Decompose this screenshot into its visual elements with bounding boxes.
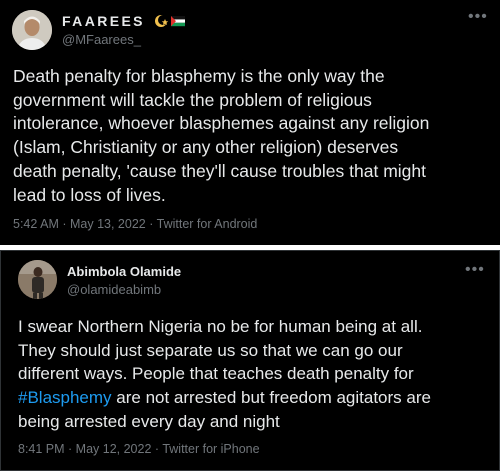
- tweet-meta: 8:41 PM · May 12, 2022 · Twitter for iPh…: [18, 442, 260, 456]
- tweet-line: death penalty, 'cause they'll cause trou…: [13, 160, 426, 181]
- tweet-time[interactable]: 5:42 AM: [13, 217, 59, 231]
- handle[interactable]: @olamideabimb: [67, 282, 161, 297]
- meta-separator: ·: [151, 442, 163, 456]
- tweet-line: intolerance, whoever blasphemes against …: [13, 113, 430, 134]
- display-name-text: FAAREES: [62, 13, 145, 29]
- tweet-time[interactable]: 8:41 PM: [18, 442, 65, 456]
- tweet-card[interactable]: FAAREES @MFaarees_ ••• Death penalty for…: [0, 0, 500, 245]
- display-name[interactable]: Abimbola Olamide: [67, 264, 181, 279]
- tweet-line-rest: are not arrested but freedom agitators a…: [111, 388, 431, 408]
- avatar[interactable]: [12, 10, 52, 50]
- tweet-meta: 5:42 AM · May 13, 2022 · Twitter for And…: [13, 217, 257, 231]
- hashtag-link[interactable]: #Blasphemy: [18, 388, 112, 407]
- meta-separator: ·: [64, 442, 76, 456]
- more-horizontal-icon[interactable]: •••: [468, 9, 488, 25]
- more-horizontal-icon[interactable]: •••: [465, 262, 485, 278]
- tweet-line: (Islam, Christianity or any other religi…: [13, 137, 399, 158]
- tweet-date[interactable]: May 12, 2022: [76, 442, 152, 456]
- display-name[interactable]: FAAREES: [62, 13, 186, 31]
- tweet-line: They should just separate us so that we …: [18, 340, 403, 360]
- tweet-line: lead to loss of lives.: [13, 184, 166, 205]
- meta-separator: ·: [58, 217, 70, 231]
- tweet-line: Death penalty for blasphemy is the only …: [13, 66, 385, 86]
- tweet-card[interactable]: Abimbola Olamide @olamideabimb ••• I swe…: [0, 250, 500, 471]
- meta-separator: ·: [145, 217, 157, 231]
- avatar[interactable]: [18, 260, 57, 299]
- handle[interactable]: @MFaarees_: [62, 32, 141, 47]
- tweet-source[interactable]: Twitter for iPhone: [162, 442, 259, 456]
- tweet-line: #Blasphemy are not arrested but freedom …: [18, 386, 431, 410]
- tweet-date[interactable]: May 13, 2022: [70, 217, 146, 231]
- tweet-line: government will tackle the problem of re…: [13, 89, 372, 110]
- tweet-text: Death penalty for blasphemy is the only …: [13, 65, 429, 207]
- tweet-text: I swear Northern Nigeria no be for human…: [18, 315, 431, 434]
- tweet-source[interactable]: Twitter for Android: [157, 217, 258, 231]
- tweet-line: being arrested every day and night: [18, 411, 280, 431]
- flag-emojis: [154, 14, 186, 31]
- tweet-line: different ways. People that teaches deat…: [18, 364, 414, 384]
- tweet-line: I swear Northern Nigeria no be for human…: [18, 317, 423, 336]
